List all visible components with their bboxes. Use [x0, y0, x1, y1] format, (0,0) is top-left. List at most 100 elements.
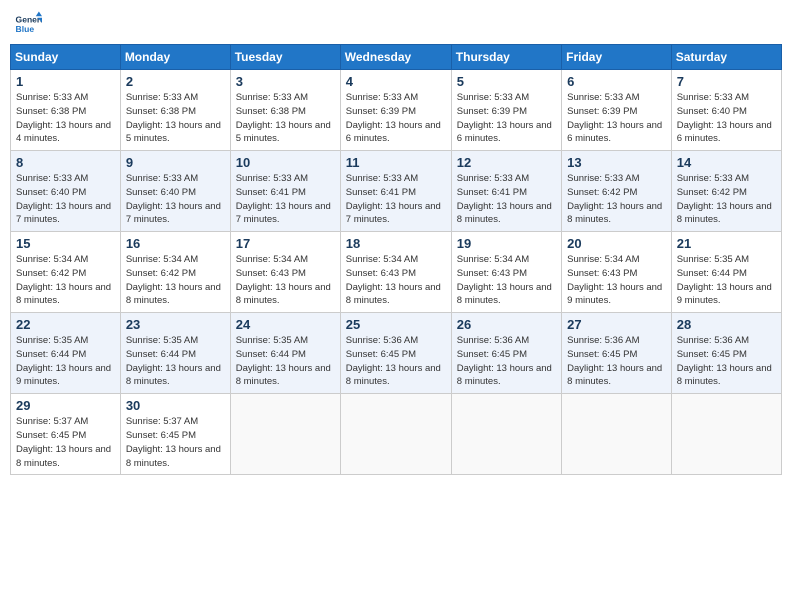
day-number: 5 [457, 74, 556, 89]
col-header-tuesday: Tuesday [230, 45, 340, 70]
calendar-cell: 8Sunrise: 5:33 AMSunset: 6:40 PMDaylight… [11, 151, 121, 232]
day-number: 25 [346, 317, 446, 332]
calendar-cell: 26 Sunrise: 5:36 AMSunset: 6:45 PMDayligh… [451, 313, 561, 394]
day-info: Sunrise: 5:33 AMSunset: 6:41 PMDaylight:… [346, 172, 446, 227]
day-info: Sunrise: 5:34 AMSunset: 6:43 PMDaylight:… [346, 253, 446, 308]
day-number: 2 [126, 74, 225, 89]
svg-text:Blue: Blue [16, 24, 35, 34]
day-number: 27 [567, 317, 666, 332]
col-header-saturday: Saturday [671, 45, 781, 70]
calendar-header-row: SundayMondayTuesdayWednesdayThursdayFrid… [11, 45, 782, 70]
calendar-cell: 2 Sunrise: 5:33 AMSunset: 6:38 PMDaylight… [120, 70, 230, 151]
calendar-cell: 16 Sunrise: 5:34 AMSunset: 6:42 PMDayligh… [120, 232, 230, 313]
day-number: 4 [346, 74, 446, 89]
day-number: 15 [16, 236, 115, 251]
day-info: Sunrise: 5:36 AMSunset: 6:45 PMDaylight:… [457, 334, 556, 389]
calendar-cell: 4Sunrise: 5:33 AMSunset: 6:39 PMDaylight… [340, 70, 451, 151]
logo-icon: General Blue [14, 10, 42, 38]
day-info: Sunrise: 5:34 AMSunset: 6:42 PMDaylight:… [16, 253, 115, 308]
day-number: 16 [126, 236, 225, 251]
calendar-cell [230, 394, 340, 475]
calendar-week-row: 29 Sunrise: 5:37 AMSunset: 6:45 PMDayligh… [11, 394, 782, 475]
day-info: Sunrise: 5:33 AMSunset: 6:42 PMDaylight:… [677, 172, 776, 227]
calendar-cell [340, 394, 451, 475]
col-header-sunday: Sunday [11, 45, 121, 70]
calendar-cell: 9 Sunrise: 5:33 AMSunset: 6:40 PMDaylight… [120, 151, 230, 232]
col-header-thursday: Thursday [451, 45, 561, 70]
day-number: 14 [677, 155, 776, 170]
col-header-friday: Friday [562, 45, 672, 70]
day-number: 9 [126, 155, 225, 170]
calendar-cell: 23Sunrise: 5:35 AMSunset: 6:44 PMDayligh… [120, 313, 230, 394]
calendar-cell: 10 Sunrise: 5:33 AMSunset: 6:41 PMDayligh… [230, 151, 340, 232]
day-number: 24 [236, 317, 335, 332]
day-number: 28 [677, 317, 776, 332]
calendar-cell: 1 Sunrise: 5:33 AMSunset: 6:38 PMDaylight… [11, 70, 121, 151]
calendar-cell: 7 Sunrise: 5:33 AMSunset: 6:40 PMDaylight… [671, 70, 781, 151]
day-info: Sunrise: 5:34 AMSunset: 6:42 PMDaylight:… [126, 253, 225, 308]
day-number: 30 [126, 398, 225, 413]
day-number: 26 [457, 317, 556, 332]
day-info: Sunrise: 5:33 AMSunset: 6:40 PMDaylight:… [677, 91, 776, 146]
calendar-week-row: 8Sunrise: 5:33 AMSunset: 6:40 PMDaylight… [11, 151, 782, 232]
calendar-cell: 3 Sunrise: 5:33 AMSunset: 6:38 PMDaylight… [230, 70, 340, 151]
day-info: Sunrise: 5:33 AMSunset: 6:41 PMDaylight:… [457, 172, 556, 227]
calendar-cell: 18 Sunrise: 5:34 AMSunset: 6:43 PMDayligh… [340, 232, 451, 313]
calendar-cell: 24 Sunrise: 5:35 AMSunset: 6:44 PMDayligh… [230, 313, 340, 394]
day-info: Sunrise: 5:33 AMSunset: 6:41 PMDaylight:… [236, 172, 335, 227]
page-header: General Blue [10, 10, 782, 38]
day-info: Sunrise: 5:34 AMSunset: 6:43 PMDaylight:… [236, 253, 335, 308]
day-info: Sunrise: 5:33 AMSunset: 6:38 PMDaylight:… [126, 91, 225, 146]
day-number: 3 [236, 74, 335, 89]
calendar-table: SundayMondayTuesdayWednesdayThursdayFrid… [10, 44, 782, 475]
calendar-cell: 19 Sunrise: 5:34 AMSunset: 6:43 PMDayligh… [451, 232, 561, 313]
day-info: Sunrise: 5:35 AMSunset: 6:44 PMDaylight:… [677, 253, 776, 308]
calendar-cell: 28Sunrise: 5:36 AMSunset: 6:45 PMDayligh… [671, 313, 781, 394]
day-number: 17 [236, 236, 335, 251]
calendar-cell: 15 Sunrise: 5:34 AMSunset: 6:42 PMDayligh… [11, 232, 121, 313]
day-number: 29 [16, 398, 115, 413]
calendar-cell [562, 394, 672, 475]
calendar-cell: 14 Sunrise: 5:33 AMSunset: 6:42 PMDayligh… [671, 151, 781, 232]
day-number: 21 [677, 236, 776, 251]
calendar-cell: 5 Sunrise: 5:33 AMSunset: 6:39 PMDaylight… [451, 70, 561, 151]
day-number: 10 [236, 155, 335, 170]
col-header-monday: Monday [120, 45, 230, 70]
calendar-week-row: 1 Sunrise: 5:33 AMSunset: 6:38 PMDaylight… [11, 70, 782, 151]
calendar-cell: 6 Sunrise: 5:33 AMSunset: 6:39 PMDaylight… [562, 70, 672, 151]
calendar-cell [671, 394, 781, 475]
calendar-cell: 20Sunrise: 5:34 AMSunset: 6:43 PMDayligh… [562, 232, 672, 313]
day-info: Sunrise: 5:33 AMSunset: 6:38 PMDaylight:… [16, 91, 115, 146]
day-number: 12 [457, 155, 556, 170]
day-number: 18 [346, 236, 446, 251]
day-info: Sunrise: 5:33 AMSunset: 6:38 PMDaylight:… [236, 91, 335, 146]
day-number: 1 [16, 74, 115, 89]
day-info: Sunrise: 5:37 AMSunset: 6:45 PMDaylight:… [16, 415, 115, 470]
day-info: Sunrise: 5:33 AMSunset: 6:39 PMDaylight:… [457, 91, 556, 146]
calendar-cell: 29 Sunrise: 5:37 AMSunset: 6:45 PMDayligh… [11, 394, 121, 475]
calendar-week-row: 22 Sunrise: 5:35 AMSunset: 6:44 PMDayligh… [11, 313, 782, 394]
day-number: 23 [126, 317, 225, 332]
calendar-cell: 13 Sunrise: 5:33 AMSunset: 6:42 PMDayligh… [562, 151, 672, 232]
day-number: 13 [567, 155, 666, 170]
calendar-cell: 21 Sunrise: 5:35 AMSunset: 6:44 PMDayligh… [671, 232, 781, 313]
day-info: Sunrise: 5:34 AMSunset: 6:43 PMDaylight:… [567, 253, 666, 308]
calendar-cell: 17 Sunrise: 5:34 AMSunset: 6:43 PMDayligh… [230, 232, 340, 313]
calendar-cell: 30Sunrise: 5:37 AMSunset: 6:45 PMDayligh… [120, 394, 230, 475]
day-info: Sunrise: 5:35 AMSunset: 6:44 PMDaylight:… [16, 334, 115, 389]
day-info: Sunrise: 5:35 AMSunset: 6:44 PMDaylight:… [236, 334, 335, 389]
day-info: Sunrise: 5:36 AMSunset: 6:45 PMDaylight:… [346, 334, 446, 389]
calendar-cell: 12 Sunrise: 5:33 AMSunset: 6:41 PMDayligh… [451, 151, 561, 232]
day-info: Sunrise: 5:36 AMSunset: 6:45 PMDaylight:… [567, 334, 666, 389]
day-number: 22 [16, 317, 115, 332]
calendar-cell: 25 Sunrise: 5:36 AMSunset: 6:45 PMDayligh… [340, 313, 451, 394]
col-header-wednesday: Wednesday [340, 45, 451, 70]
day-number: 7 [677, 74, 776, 89]
day-number: 19 [457, 236, 556, 251]
day-number: 6 [567, 74, 666, 89]
day-info: Sunrise: 5:33 AMSunset: 6:40 PMDaylight:… [126, 172, 225, 227]
day-info: Sunrise: 5:34 AMSunset: 6:43 PMDaylight:… [457, 253, 556, 308]
day-info: Sunrise: 5:33 AMSunset: 6:42 PMDaylight:… [567, 172, 666, 227]
day-info: Sunrise: 5:33 AMSunset: 6:39 PMDaylight:… [567, 91, 666, 146]
calendar-week-row: 15 Sunrise: 5:34 AMSunset: 6:42 PMDayligh… [11, 232, 782, 313]
